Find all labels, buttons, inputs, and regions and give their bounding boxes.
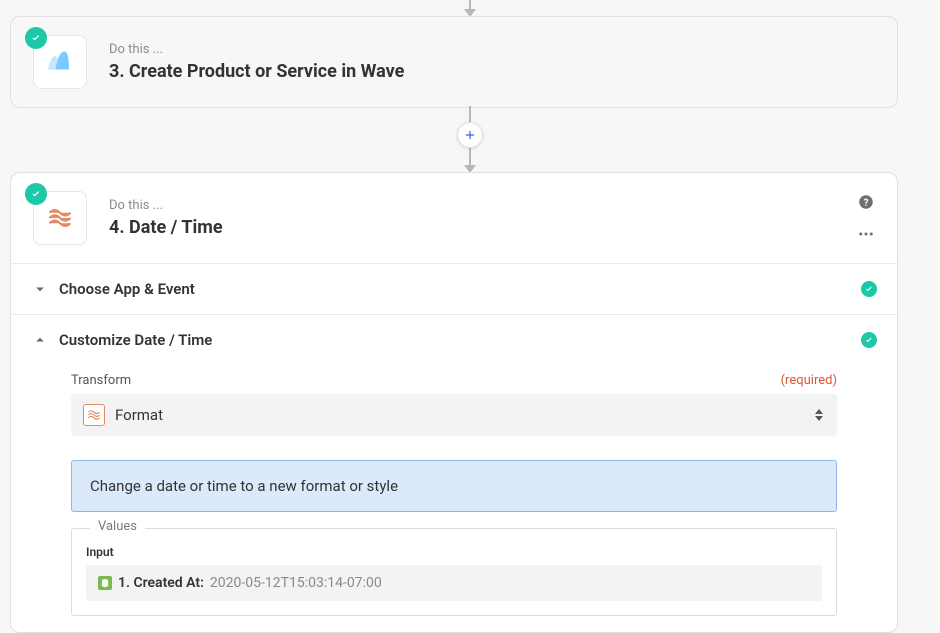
required-label: (required)	[781, 373, 837, 388]
more-icon	[857, 225, 875, 243]
values-legend: Values	[90, 519, 145, 534]
help-button[interactable]: ?	[857, 193, 875, 211]
formatter-mini-icon	[83, 404, 105, 426]
input-label: Input	[86, 545, 822, 559]
step-header[interactable]: Do this ... 4. Date / Time ?	[11, 173, 897, 263]
section-body-customize: Transform (required) Format Change a	[11, 365, 897, 632]
step-overline: Do this ...	[109, 42, 875, 57]
wave-icon	[45, 47, 75, 77]
token-value: 2020-05-12T15:03:14-07:00	[210, 575, 382, 591]
chevron-up-icon	[31, 331, 49, 349]
transform-select[interactable]: Format	[71, 394, 837, 436]
input-token-field[interactable]: 1. Created At: 2020-05-12T15:03:14-07:00	[86, 565, 822, 601]
select-sort-icon	[813, 409, 825, 421]
status-badge-success	[25, 27, 47, 49]
help-icon: ?	[857, 193, 875, 211]
formatter-icon	[46, 204, 74, 232]
values-fieldset: Values Input 1. Created At: 2020-05-12T1…	[71, 528, 837, 616]
transform-label: Transform	[71, 373, 131, 388]
step-card-4: Do this ... 4. Date / Time ? Choose App …	[10, 172, 898, 633]
token-name: 1. Created At:	[118, 575, 204, 591]
info-banner: Change a date or time to a new format or…	[71, 460, 837, 512]
shopify-icon	[98, 576, 112, 590]
app-icon-wave	[33, 35, 87, 89]
app-icon-formatter	[33, 191, 87, 245]
add-step-button[interactable]	[457, 122, 483, 148]
step-overline: Do this ...	[109, 198, 847, 213]
section-label: Choose App & Event	[59, 280, 861, 298]
step-card-3[interactable]: Do this ... 3. Create Product or Service…	[10, 16, 898, 108]
section-customize[interactable]: Customize Date / Time	[11, 314, 897, 365]
svg-text:?: ?	[864, 198, 869, 209]
status-badge-success	[25, 183, 47, 205]
chevron-down-icon	[31, 280, 49, 298]
section-status-success	[861, 332, 877, 348]
step-title: 3. Create Product or Service in Wave	[109, 61, 875, 82]
section-label: Customize Date / Time	[59, 331, 861, 349]
step-title: 4. Date / Time	[109, 217, 847, 238]
transform-value: Format	[115, 406, 813, 424]
connector-arrow-top	[469, 0, 471, 16]
section-status-success	[861, 281, 877, 297]
section-choose-app[interactable]: Choose App & Event	[11, 263, 897, 314]
more-button[interactable]	[857, 225, 875, 243]
plus-icon	[463, 128, 477, 142]
